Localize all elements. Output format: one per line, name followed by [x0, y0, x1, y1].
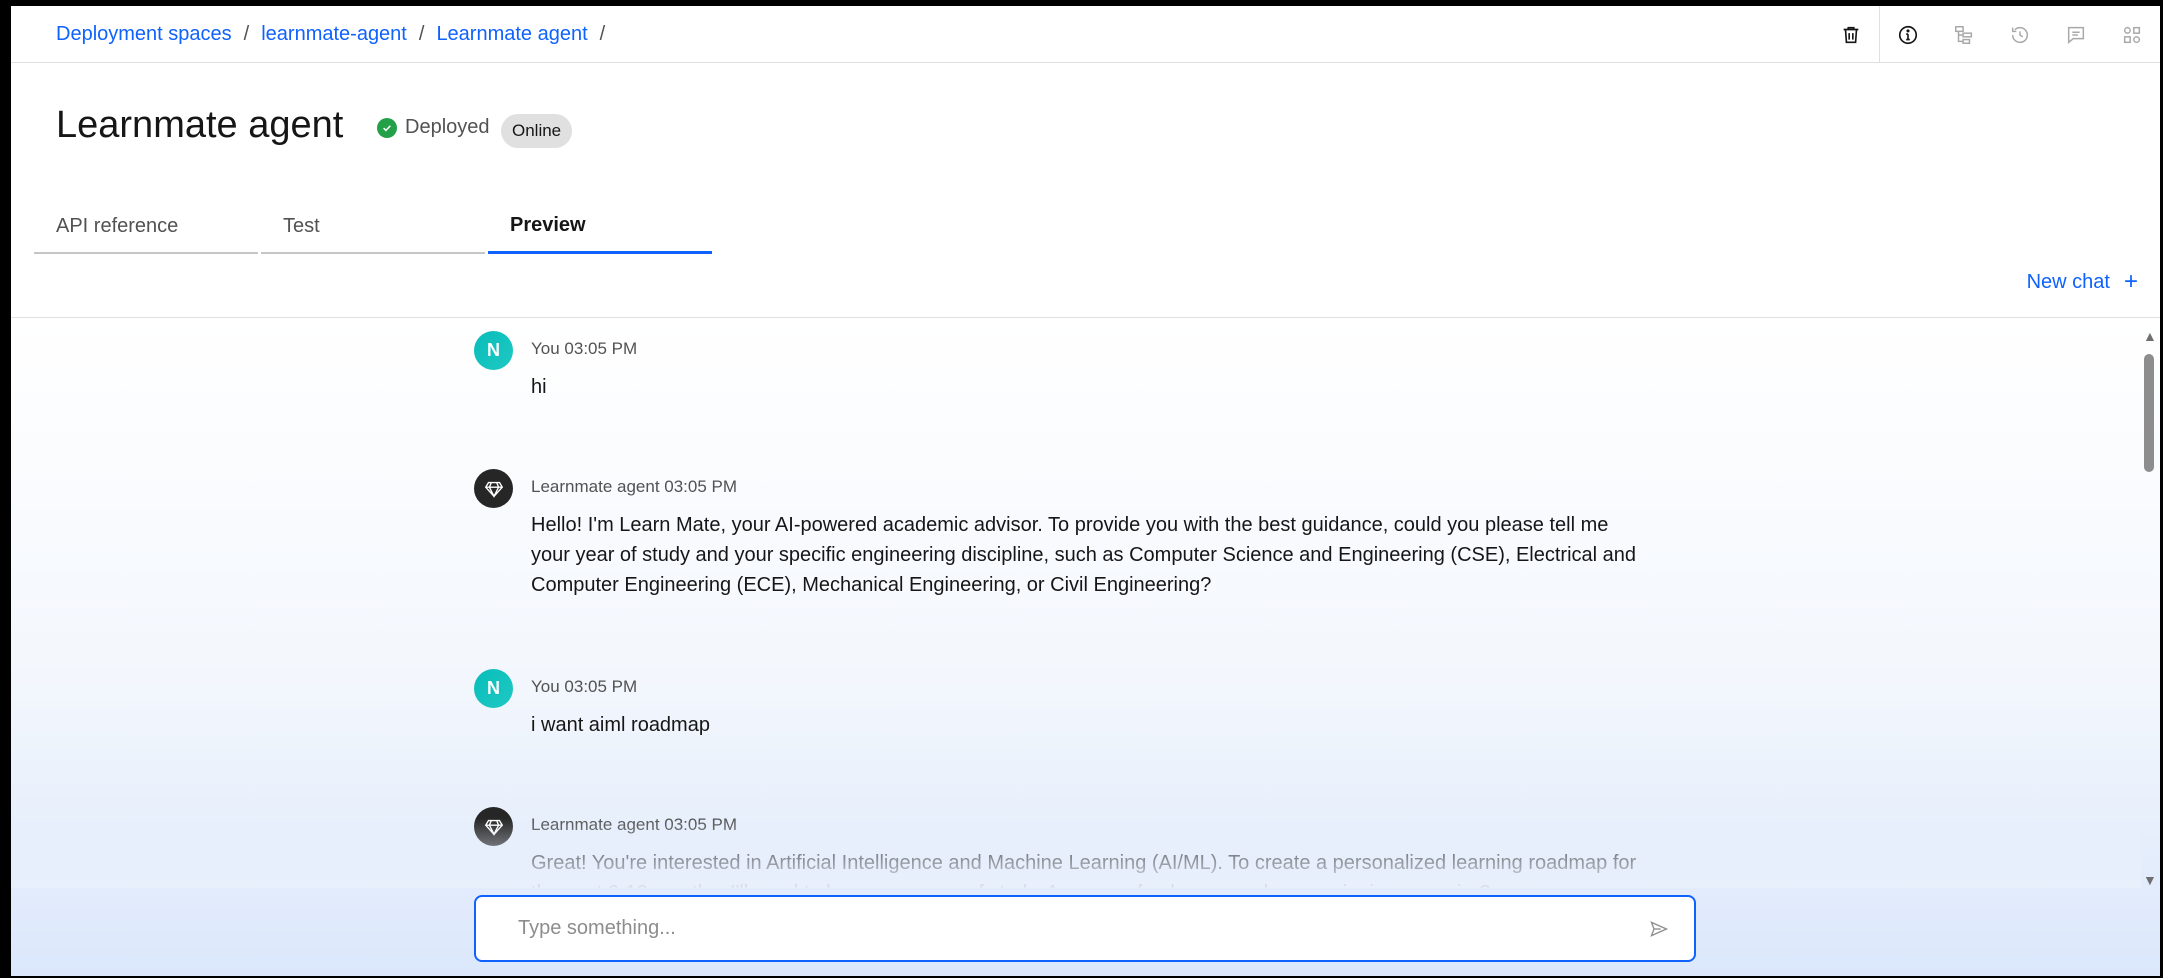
agent-avatar — [474, 469, 513, 508]
chat-scrollbar[interactable]: ▲ ▼ — [2142, 328, 2157, 888]
info-icon — [1898, 25, 1918, 44]
scroll-thumb[interactable] — [2144, 354, 2154, 472]
apps-button[interactable] — [2104, 7, 2160, 63]
message-text: i want aiml roadmap — [531, 714, 710, 736]
scroll-up-icon[interactable]: ▲ — [2143, 328, 2157, 344]
scroll-down-icon[interactable]: ▼ — [2143, 872, 2157, 888]
structure-button[interactable] — [1936, 7, 1992, 63]
tab-test[interactable]: Test — [261, 200, 485, 254]
message-user: N You 03:05 PM i want aiml roadmap — [474, 669, 1674, 769]
message-meta: Learnmate agent 03:05 PM — [531, 815, 738, 834]
delete-button[interactable] — [1823, 7, 1879, 63]
breadcrumb-deployment-spaces[interactable]: Deployment spaces — [56, 23, 232, 46]
top-bar: Deployment spaces / learnmate-agent / Le… — [11, 6, 2160, 63]
send-icon — [1650, 920, 1669, 937]
tab-api-reference[interactable]: API reference — [34, 200, 258, 254]
diamond-icon — [484, 481, 503, 498]
agent-avatar — [474, 807, 513, 846]
page-title: Learnmate agent — [56, 104, 344, 146]
tree-icon — [1955, 25, 1973, 44]
tab-preview[interactable]: Preview — [488, 200, 712, 254]
breadcrumb-separator: / — [599, 23, 606, 45]
status-badge: Online — [501, 114, 573, 148]
apps-icon — [2123, 26, 2141, 43]
history-icon — [2011, 26, 2029, 43]
app-window: Deployment spaces / learnmate-agent / Le… — [11, 6, 2160, 976]
toolbar — [1823, 6, 2160, 63]
message-user: N You 03:05 PM hi — [474, 331, 1674, 431]
breadcrumb: Deployment spaces / learnmate-agent / Le… — [56, 6, 617, 63]
deployment-status: Deployed — [377, 116, 490, 139]
message-meta: You 03:05 PM — [531, 677, 638, 696]
diamond-icon — [484, 819, 503, 836]
checkmark-icon — [377, 117, 397, 138]
status-label: Deployed — [405, 116, 490, 138]
send-button[interactable] — [1624, 897, 1694, 960]
plus-icon: + — [2123, 268, 2138, 295]
message-agent: Learnmate agent 03:05 PM Great! You're i… — [474, 807, 1674, 888]
breadcrumb-separator: / — [243, 23, 250, 45]
chat-composer — [474, 895, 1696, 962]
message-list: N You 03:05 PM hi Learnmate agent 03:05 … — [11, 318, 2141, 888]
message-meta: You 03:05 PM — [531, 339, 638, 358]
message-text: Great! You're interested in Artificial I… — [531, 852, 1637, 888]
message-text: Hello! I'm Learn Mate, your AI-powered a… — [531, 514, 1637, 596]
user-avatar: N — [474, 669, 513, 708]
history-button[interactable] — [1992, 7, 2048, 63]
comment-icon — [2067, 26, 2085, 44]
info-button[interactable] — [1880, 7, 1936, 63]
chat-area: N You 03:05 PM hi Learnmate agent 03:05 … — [11, 317, 2160, 976]
comments-button[interactable] — [2048, 7, 2104, 63]
new-chat-button[interactable]: New chat + — [2027, 268, 2138, 296]
message-meta: Learnmate agent 03:05 PM — [531, 477, 738, 496]
user-avatar: N — [474, 331, 513, 370]
new-chat-label: New chat — [2026, 270, 2110, 293]
tab-list: API reference Test Preview — [34, 200, 715, 254]
breadcrumb-learnmate-agent[interactable]: Learnmate agent — [436, 23, 587, 46]
breadcrumb-learnmate-agent-space[interactable]: learnmate-agent — [261, 23, 407, 46]
message-agent: Learnmate agent 03:05 PM Hello! I'm Lear… — [474, 469, 1674, 619]
chat-input[interactable] — [476, 897, 1624, 960]
breadcrumb-separator: / — [418, 23, 425, 45]
trash-icon — [1843, 26, 1859, 43]
message-text: hi — [531, 376, 547, 398]
